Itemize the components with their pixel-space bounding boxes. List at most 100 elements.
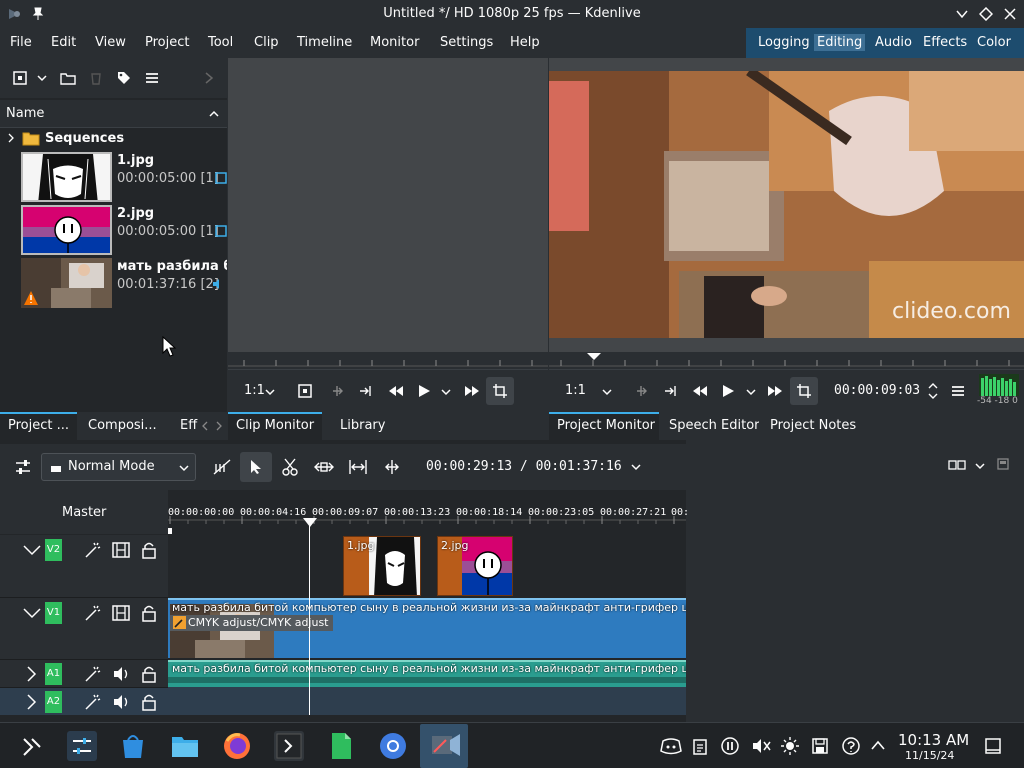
timeline-position[interactable]: 00:00:29:13 / 00:01:37:16 — [426, 459, 622, 474]
chevron-down-icon[interactable] — [264, 386, 276, 398]
close-icon[interactable] — [1003, 7, 1017, 21]
chevron-down-icon[interactable] — [630, 461, 642, 473]
hand-ripple-icon[interactable] — [212, 458, 232, 476]
tray-expand-icon[interactable] — [870, 739, 886, 751]
collapse-icon[interactable] — [22, 606, 42, 620]
slip-tool-icon[interactable] — [382, 458, 402, 476]
tab-speech-editor[interactable]: Speech Editor — [661, 412, 759, 440]
timecode-spin-icon[interactable] — [927, 380, 939, 402]
menu-timeline[interactable]: Timeline — [297, 35, 352, 50]
monitor-menu-icon[interactable] — [950, 383, 966, 399]
hide-track-icon[interactable] — [112, 604, 130, 622]
timeline-settings-icon[interactable] — [14, 458, 32, 476]
clip-zoom-label[interactable]: 1:1 — [244, 383, 265, 398]
taskbar-libreoffice[interactable] — [326, 731, 356, 761]
menu-tool[interactable]: Tool — [208, 35, 233, 50]
menu-clip[interactable]: Clip — [254, 35, 279, 50]
track-effects-icon[interactable] — [84, 604, 102, 622]
chevron-down-icon[interactable] — [601, 386, 613, 398]
tab-project-monitor[interactable]: Project Monitor — [549, 412, 659, 440]
expand-arrow-icon[interactable] — [6, 133, 16, 143]
save-tray-icon[interactable] — [811, 737, 829, 755]
add-clip-icon[interactable] — [12, 70, 28, 86]
menu-project[interactable]: Project — [145, 35, 189, 50]
master-header[interactable]: Master — [0, 490, 168, 534]
track-label-a1[interactable]: A1 — [45, 663, 62, 685]
track-lane-a2[interactable] — [168, 687, 686, 715]
chevron-down-icon[interactable] — [745, 386, 757, 398]
workspace-color[interactable]: Color — [977, 35, 1011, 50]
taskbar-settings[interactable] — [67, 731, 97, 761]
timeline-ruler[interactable]: 00:00:00:00 00:00:04:16 00:00:09:07 00:0… — [168, 490, 689, 534]
taskbar-discover[interactable] — [118, 731, 148, 761]
chevron-right-icon[interactable] — [202, 71, 216, 85]
timeline-clip-audio[interactable]: мать разбила битой компьютер сыну в реал… — [168, 660, 686, 687]
lock-icon[interactable] — [141, 693, 157, 711]
new-folder-icon[interactable] — [60, 70, 76, 86]
bin-column-header[interactable]: Name — [0, 100, 227, 128]
menu-icon[interactable] — [144, 70, 160, 86]
lock-icon[interactable] — [141, 541, 157, 559]
split-view-icon[interactable] — [948, 458, 966, 472]
play-icon[interactable] — [416, 383, 432, 399]
track-header-a1[interactable]: A1 — [0, 659, 168, 687]
help-tray-icon[interactable] — [842, 737, 860, 755]
track-effects-icon[interactable] — [84, 665, 102, 683]
select-tool-toggle[interactable] — [240, 452, 272, 482]
forward-icon[interactable] — [464, 383, 480, 399]
forward-icon[interactable] — [767, 383, 783, 399]
clipboard-tray-icon[interactable] — [692, 737, 708, 755]
tab-scroll-icon[interactable] — [201, 420, 225, 432]
tab-clip-monitor[interactable]: Clip Monitor — [228, 412, 322, 440]
bin-item-1[interactable]: 1.jpg 00:00:05:00 [1] — [0, 150, 227, 202]
edit-mode-select[interactable]: Normal Mode — [41, 453, 196, 481]
rewind-icon[interactable] — [692, 383, 708, 399]
taskbar-chrome[interactable] — [378, 731, 408, 761]
menu-help[interactable]: Help — [510, 35, 540, 50]
razor-icon[interactable] — [281, 458, 299, 476]
set-in-point-icon[interactable] — [635, 383, 651, 399]
chevron-down-icon[interactable] — [440, 386, 452, 398]
timeline-clip-1jpg[interactable]: 1.jpg — [343, 536, 421, 596]
fullscreen-icon[interactable] — [297, 383, 313, 399]
set-out-point-icon[interactable] — [358, 383, 374, 399]
lock-icon[interactable] — [141, 604, 157, 622]
track-effects-icon[interactable] — [84, 541, 102, 559]
chevron-down-icon[interactable] — [36, 72, 48, 84]
project-zoom-label[interactable]: 1:1 — [565, 383, 586, 398]
taskbar-firefox[interactable] — [222, 731, 252, 761]
crop-toggle[interactable] — [790, 377, 818, 405]
track-label-v2[interactable]: V2 — [45, 539, 62, 561]
tag-icon[interactable] — [116, 70, 132, 86]
sort-up-icon[interactable] — [208, 108, 220, 120]
track-lane-v2[interactable] — [168, 535, 686, 597]
spacer-tool-icon[interactable] — [314, 458, 334, 476]
track-header-v1[interactable]: V1 — [0, 597, 168, 659]
discord-tray-icon[interactable] — [660, 737, 682, 755]
tab-project-notes[interactable]: Project Notes — [762, 412, 862, 440]
play-icon[interactable] — [720, 383, 736, 399]
brightness-tray-icon[interactable] — [781, 737, 799, 755]
taskbar-dolphin[interactable] — [170, 731, 200, 761]
track-effects-icon[interactable] — [84, 693, 102, 711]
volume-muted-tray-icon[interactable] — [751, 737, 771, 755]
minimize-icon[interactable] — [955, 7, 969, 21]
taskbar-terminal[interactable] — [274, 731, 304, 761]
tab-compositions[interactable]: Composi... — [80, 412, 172, 440]
track-label-a2[interactable]: A2 — [45, 691, 62, 713]
workspace-effects[interactable]: Effects — [923, 35, 967, 50]
collapse-icon[interactable] — [22, 543, 42, 557]
show-desktop-icon[interactable] — [984, 737, 1002, 755]
delete-icon[interactable] — [88, 70, 104, 86]
ripple-tool-icon[interactable] — [348, 458, 368, 476]
mute-track-icon[interactable] — [112, 693, 130, 711]
chevron-down-icon[interactable] — [974, 460, 986, 472]
tab-library[interactable]: Library — [332, 412, 402, 440]
menu-edit[interactable]: Edit — [51, 35, 76, 50]
expand-icon[interactable] — [24, 665, 38, 683]
rewind-icon[interactable] — [388, 383, 404, 399]
clock-date[interactable]: 11/15/24 — [905, 749, 954, 762]
project-monitor-ruler[interactable] — [549, 352, 1024, 370]
menu-settings[interactable]: Settings — [440, 35, 493, 50]
folder-row-sequences[interactable]: Sequences — [0, 128, 227, 148]
